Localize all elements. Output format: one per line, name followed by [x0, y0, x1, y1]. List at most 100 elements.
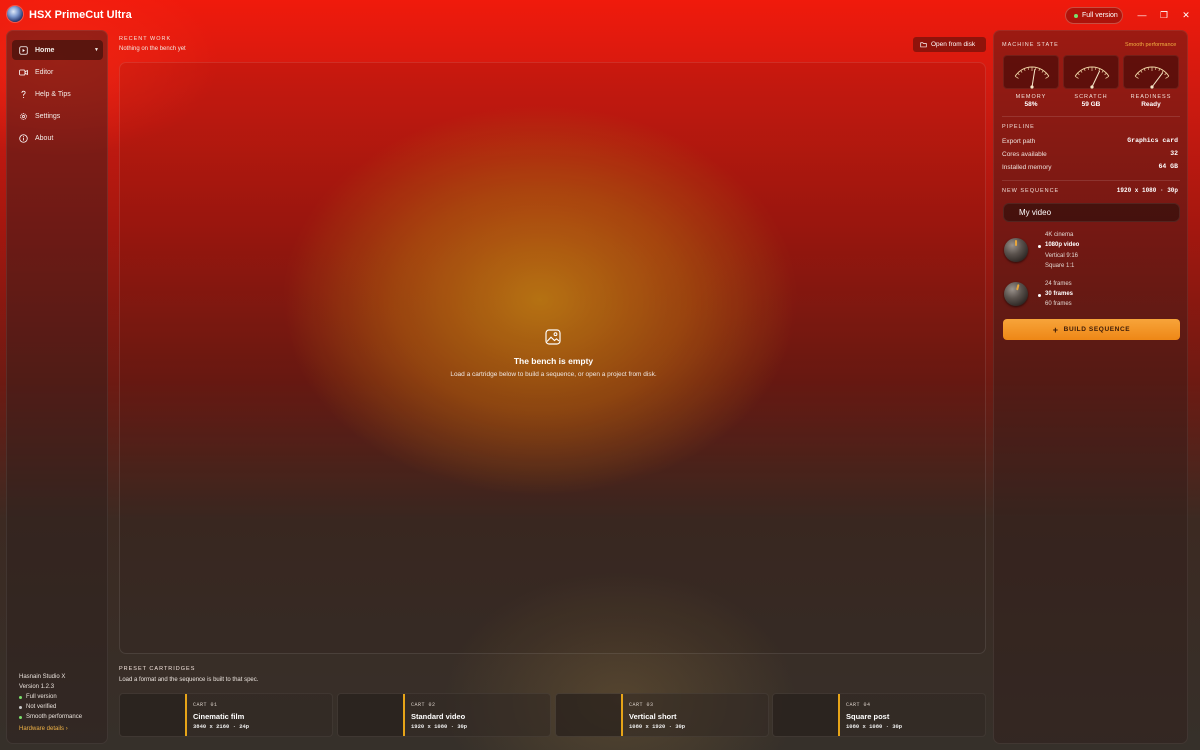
gauge-needle: [1151, 72, 1164, 88]
restore-button[interactable]: ❐: [1157, 8, 1171, 22]
gauge-needle: [1031, 69, 1036, 88]
pipeline-label: PIPELINE: [1002, 124, 1035, 130]
gauge-tick: [1143, 68, 1146, 72]
gauge-hub: [1150, 85, 1154, 89]
gauge-tick: [1017, 72, 1020, 76]
sidebar-item-label: About: [35, 134, 54, 142]
recent-work-subtitle: Nothing on the bench yet: [119, 46, 186, 52]
badge-not-verified: Not verified: [19, 702, 82, 712]
question-icon: [21, 90, 26, 98]
pipeline-key: Cores available: [1002, 151, 1047, 158]
gauge-hub: [1030, 85, 1034, 89]
cartridge-accent-bar: [838, 694, 840, 736]
frame-rate-option[interactable]: 24 frames: [1045, 281, 1072, 287]
open-from-disk-button[interactable]: Open from disk: [913, 37, 986, 52]
cartridge-thumbnail: [120, 694, 185, 736]
home-icon: [19, 45, 28, 55]
gauge-tick: [1098, 68, 1101, 72]
cartridge-number: CART 03: [629, 702, 654, 708]
scratch-gauge: [1063, 55, 1119, 89]
frame-rate-option-selected[interactable]: 30 frames: [1045, 291, 1073, 297]
cartridge-thumbnail: [556, 694, 621, 736]
cartridge-standard-video[interactable]: CART 02 Standard video 1920 x 1080 · 30p: [337, 693, 551, 737]
resolution-knob[interactable]: [1004, 238, 1028, 262]
gauge-hub: [1090, 85, 1094, 89]
gauge-tick: [1158, 68, 1161, 72]
resolution-option[interactable]: Square 1:1: [1045, 263, 1074, 269]
build-sequence-button[interactable]: + BUILD SEQUENCE: [1003, 319, 1180, 340]
gauge-tick: [1023, 68, 1026, 72]
cartridge-name: Standard video: [411, 712, 466, 721]
sidebar-footer: Hasnain Studio X Version 1.2.3 Full vers…: [19, 672, 82, 734]
frame-rate-knob[interactable]: [1004, 282, 1028, 306]
gauge-tick: [1134, 75, 1139, 79]
version-pill[interactable]: Full version: [1065, 7, 1123, 24]
sidebar-item-help[interactable]: Help & Tips: [12, 84, 103, 104]
gauge-tick: [1104, 72, 1107, 76]
sidebar-item-about[interactable]: About: [12, 128, 103, 148]
cartridge-name: Square post: [846, 712, 890, 721]
gauge-tick: [1105, 75, 1110, 79]
hardware-details-link[interactable]: Hardware details ›: [19, 724, 82, 734]
sidebar-item-label: Settings: [35, 112, 61, 120]
pipeline-value: Graphics card: [1127, 137, 1178, 144]
cartridge-number: CART 04: [846, 702, 871, 708]
build-sequence-label: BUILD SEQUENCE: [1063, 326, 1131, 333]
sidebar-item-home[interactable]: Home ▼: [12, 40, 103, 60]
sidebar-item-label: Help & Tips: [35, 90, 71, 98]
badge-label: Full version: [26, 694, 57, 700]
gauge-tick: [1041, 70, 1044, 73]
cartridge-square-post[interactable]: CART 04 Square post 1080 x 1080 · 30p: [772, 693, 986, 737]
plus-icon: +: [1052, 324, 1059, 335]
badge-smooth-performance: Smooth performance: [19, 712, 82, 722]
studio-name: Hasnain Studio X: [19, 674, 66, 680]
sequence-name-input[interactable]: [1003, 203, 1180, 222]
gauge-tick: [1083, 68, 1086, 72]
open-from-disk-label: Open from disk: [931, 41, 976, 48]
sidebar-item-editor[interactable]: Editor: [12, 62, 103, 82]
status-dot-icon: [19, 695, 22, 699]
gauge-tick: [1164, 72, 1167, 76]
recent-work-label: RECENT WORK: [119, 36, 172, 42]
badge-full-version: Full version: [19, 692, 82, 702]
knob-indicator: [1015, 240, 1017, 246]
preset-cartridges-label: PRESET CARTRIDGES: [119, 666, 196, 672]
gauge-value: 59 GB: [1081, 101, 1101, 108]
folder-icon: [920, 42, 927, 48]
resolution-option[interactable]: 4K cinema: [1045, 232, 1073, 238]
cartridge-vertical-short[interactable]: CART 03 Vertical short 1080 x 1920 · 30p: [555, 693, 769, 737]
gauge-tick: [1080, 70, 1083, 73]
new-sequence-spec: 1920 x 1080 · 30p: [1116, 187, 1178, 194]
minimize-button[interactable]: —: [1135, 8, 1149, 22]
cartridge-spec: 1080 x 1080 · 30p: [846, 723, 903, 730]
bench-area: The bench is empty Load a cartridge belo…: [119, 62, 986, 654]
bench-empty-title: The bench is empty: [513, 356, 594, 366]
video-icon: [19, 69, 28, 75]
frame-rate-option[interactable]: 60 frames: [1045, 301, 1072, 307]
pipeline-value: 64 GB: [1158, 163, 1178, 170]
chevron-down-icon: ▼: [94, 47, 99, 53]
close-button[interactable]: ✕: [1179, 8, 1193, 22]
gauge-tick: [1101, 70, 1104, 73]
cartridge-accent-bar: [403, 694, 405, 736]
cartridge-spec: 1920 x 1080 · 30p: [411, 723, 468, 730]
divider: [1002, 116, 1180, 117]
sidebar-item-settings[interactable]: Settings: [12, 106, 103, 126]
cartridge-name: Vertical short: [629, 712, 677, 721]
gauge-needle: [1091, 70, 1101, 88]
sidebar-item-label: Home: [35, 46, 55, 54]
performance-status: Smooth performance: [1125, 42, 1177, 48]
right-panel: MACHINE STATE Smooth performance MEMORY …: [993, 30, 1188, 744]
resolution-option-selected[interactable]: 1080p video: [1045, 242, 1079, 248]
gauge-tick: [1140, 70, 1143, 73]
resolution-option[interactable]: Vertical 9:16: [1045, 253, 1078, 259]
gauge-tick: [1038, 68, 1041, 72]
gauge-tick: [1165, 75, 1170, 79]
machine-state-label: MACHINE STATE: [1002, 42, 1059, 48]
bench-empty-description: Load a cartridge below to build a sequen…: [450, 371, 657, 378]
gauge-value: Ready: [1141, 101, 1161, 108]
selected-dot-icon: [1038, 294, 1041, 297]
cartridge-cinematic-film[interactable]: CART 01 Cinematic film 3840 x 2160 · 24p: [119, 693, 333, 737]
gauge-value: 58%: [1024, 101, 1038, 108]
cartridge-accent-bar: [621, 694, 623, 736]
